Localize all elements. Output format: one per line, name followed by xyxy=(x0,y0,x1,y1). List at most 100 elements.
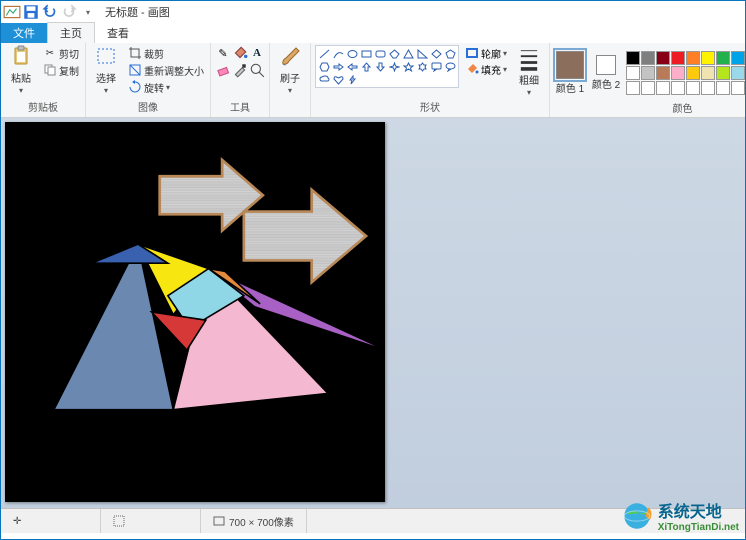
copy-button[interactable]: 复制 xyxy=(41,62,81,78)
palette-swatch[interactable] xyxy=(686,66,700,80)
group-brushes: 刷子▾ xyxy=(270,43,311,117)
shape-arrow-r[interactable] xyxy=(331,60,345,73)
color1-well xyxy=(556,51,584,79)
shape-lightning[interactable] xyxy=(345,73,359,86)
shape-oval[interactable] xyxy=(345,47,359,60)
crop-button[interactable]: 裁剪 xyxy=(126,45,206,61)
palette-swatch[interactable] xyxy=(716,66,730,80)
palette-swatch[interactable] xyxy=(671,66,685,80)
title-bar: ▾ 无标题 - 画图 xyxy=(1,1,745,23)
stroke-button[interactable]: 粗细▾ xyxy=(513,45,545,97)
palette-swatch[interactable] xyxy=(701,81,715,95)
qat-customize-icon[interactable]: ▾ xyxy=(79,3,97,21)
palette-swatch[interactable] xyxy=(671,81,685,95)
selection-size-icon xyxy=(113,515,125,527)
globe-icon xyxy=(620,499,654,533)
group-image: 选择▾ 裁剪 重新调整大小 旋转▾ 图像 xyxy=(86,43,211,117)
shape-line[interactable] xyxy=(317,47,331,60)
shapes-gallery[interactable] xyxy=(315,45,459,88)
resize-icon xyxy=(128,63,142,77)
shape-diamond[interactable] xyxy=(429,47,443,60)
palette-swatch[interactable] xyxy=(731,66,745,80)
picker-tool[interactable] xyxy=(232,62,248,78)
shape-callout-rect[interactable] xyxy=(429,60,443,73)
group-label-shapes: 形状 xyxy=(420,99,440,115)
palette-swatch[interactable] xyxy=(656,81,670,95)
quick-access-toolbar: ▾ xyxy=(3,3,97,21)
tab-view[interactable]: 查看 xyxy=(95,23,141,43)
shape-6star[interactable] xyxy=(415,60,429,73)
tab-file[interactable]: 文件 xyxy=(1,23,47,43)
shape-callout-oval[interactable] xyxy=(443,60,457,73)
outline-icon xyxy=(465,46,479,60)
group-label-image: 图像 xyxy=(138,99,158,115)
shape-polygon[interactable] xyxy=(387,47,401,60)
palette-swatch[interactable] xyxy=(626,66,640,80)
resize-button[interactable]: 重新调整大小 xyxy=(126,62,206,78)
palette-swatch[interactable] xyxy=(731,81,745,95)
palette-swatch[interactable] xyxy=(626,51,640,65)
palette-swatch[interactable] xyxy=(641,81,655,95)
shape-heart[interactable] xyxy=(331,73,345,86)
redo-icon[interactable] xyxy=(60,3,78,21)
palette-swatch[interactable] xyxy=(701,66,715,80)
outline-button[interactable]: 轮廓▾ xyxy=(463,45,509,61)
palette-swatch[interactable] xyxy=(656,51,670,65)
watermark-title: 系统天地 xyxy=(658,498,739,522)
text-tool[interactable]: A xyxy=(249,45,265,61)
palette-swatch[interactable] xyxy=(686,51,700,65)
palette-swatch[interactable] xyxy=(716,51,730,65)
paste-button[interactable]: 粘贴▾ xyxy=(5,45,37,95)
shape-curve[interactable] xyxy=(331,47,345,60)
group-shapes: 轮廓▾ 填充▾ 粗细▾ 形状 xyxy=(311,43,550,117)
cut-button[interactable]: ✂ 剪切 xyxy=(41,45,81,61)
palette-swatch[interactable] xyxy=(626,81,640,95)
undo-icon[interactable] xyxy=(41,3,59,21)
shape-hexagon[interactable] xyxy=(317,60,331,73)
shape-rect[interactable] xyxy=(359,47,373,60)
group-label-clipboard: 剪贴板 xyxy=(28,99,58,115)
palette-swatch[interactable] xyxy=(671,51,685,65)
brush-button[interactable]: 刷子▾ xyxy=(274,45,306,95)
watermark-url: XiTongTianDi.net xyxy=(658,522,739,533)
eraser-tool[interactable] xyxy=(215,62,231,78)
shape-5star[interactable] xyxy=(401,60,415,73)
shape-triangle[interactable] xyxy=(401,47,415,60)
palette-swatch[interactable] xyxy=(716,81,730,95)
status-pos: ✛ xyxy=(1,509,101,533)
canvas-area[interactable] xyxy=(1,118,745,508)
shape-pentagon[interactable] xyxy=(443,47,457,60)
color2-well xyxy=(596,55,616,75)
shape-roundrect[interactable] xyxy=(373,47,387,60)
shape-arrow-d[interactable] xyxy=(373,60,387,73)
color2-button[interactable]: 颜色 2 xyxy=(590,55,622,91)
palette-swatch[interactable] xyxy=(731,51,745,65)
canvas[interactable] xyxy=(5,122,385,502)
fill-button[interactable]: 填充▾ xyxy=(463,61,509,77)
palette-swatch[interactable] xyxy=(656,66,670,80)
pencil-tool[interactable]: ✎ xyxy=(215,45,231,61)
shape-rtriangle[interactable] xyxy=(415,47,429,60)
group-label-colors: 颜色 xyxy=(673,100,693,116)
palette-swatch[interactable] xyxy=(701,51,715,65)
crop-icon xyxy=(128,46,142,60)
palette-swatch[interactable] xyxy=(641,66,655,80)
save-icon[interactable] xyxy=(22,3,40,21)
ribbon-tabs: 文件 主页 查看 xyxy=(1,23,745,43)
status-dim: 700 × 700像素 xyxy=(201,509,307,533)
magnifier-tool[interactable] xyxy=(249,62,265,78)
shape-callout-cloud[interactable] xyxy=(317,73,331,86)
fill-icon xyxy=(465,62,479,76)
bucket-tool[interactable] xyxy=(232,45,248,61)
group-colors: 颜色 1 颜色 2 编辑颜色 颜色 xyxy=(550,43,746,117)
select-button[interactable]: 选择▾ xyxy=(90,45,122,95)
shape-arrow-u[interactable] xyxy=(359,60,373,73)
tab-home[interactable]: 主页 xyxy=(47,22,95,43)
rotate-button[interactable]: 旋转▾ xyxy=(126,79,206,95)
shape-arrow-l[interactable] xyxy=(345,60,359,73)
color1-button[interactable]: 颜色 1 xyxy=(554,51,586,95)
shape-4star[interactable] xyxy=(387,60,401,73)
palette-swatch[interactable] xyxy=(641,51,655,65)
palette-swatch[interactable] xyxy=(686,81,700,95)
scissors-icon: ✂ xyxy=(43,46,57,60)
